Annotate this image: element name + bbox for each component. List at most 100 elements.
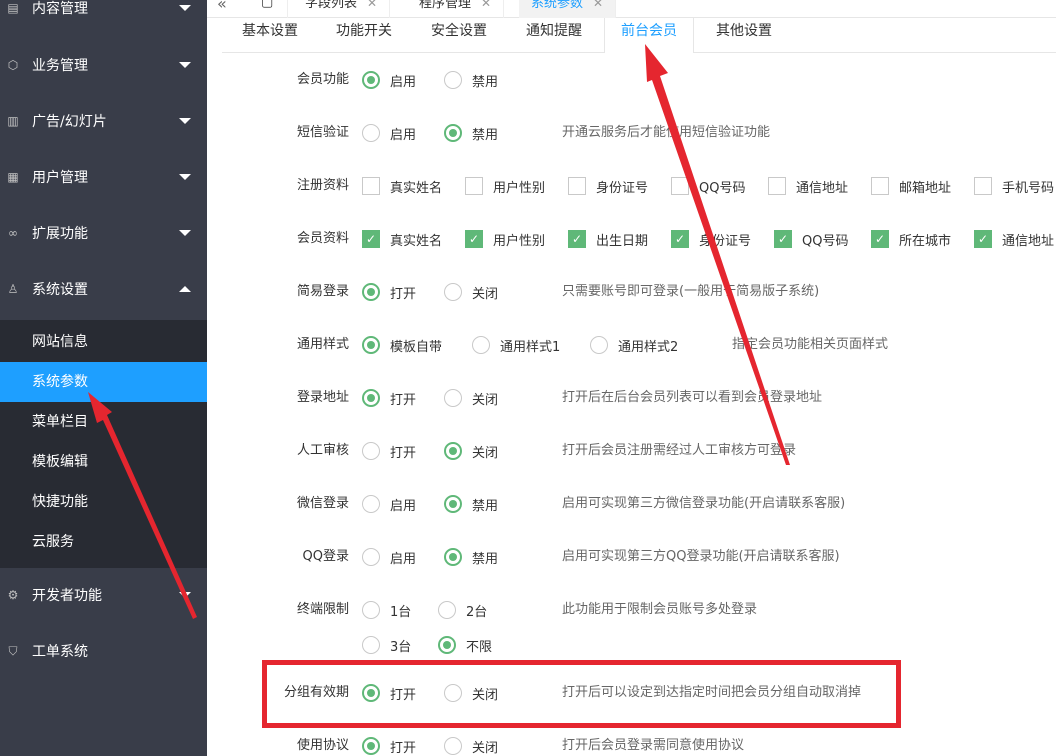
checkbox-member-qq[interactable]: ✓ QQ号码 (774, 224, 848, 254)
top-tab-field-list[interactable]: 字段列表 ✕ (293, 0, 391, 18)
sidebar-item-content[interactable]: ▤ 内容管理 (0, 0, 207, 36)
field-tip: 启用可实现第三方QQ登录功能(开启请联系客服) (562, 549, 840, 564)
radio-checked-icon (362, 283, 380, 301)
radio-qq-disable[interactable]: 禁用 (444, 542, 498, 572)
checkbox-member-gender[interactable]: ✓ 用户性别 (465, 224, 545, 254)
top-tab-system-params[interactable]: 系统参数 ✕ (519, 0, 617, 18)
submenu-item-menu-columns[interactable]: 菜单栏目 (0, 402, 207, 442)
sidebar-item-users[interactable]: ▦ 用户管理 (0, 149, 207, 205)
checkbox-register-realname[interactable]: 真实姓名 (362, 171, 442, 201)
checkbox-member-birthday[interactable]: ✓ 出生日期 (568, 224, 648, 254)
option-label: 关闭 (472, 740, 499, 756)
checkbox-unchecked-icon (465, 177, 483, 195)
checkbox-register-gender[interactable]: 用户性别 (465, 171, 545, 201)
checkbox-checked-icon: ✓ (362, 230, 380, 248)
radio-simple-login-off[interactable]: 关闭 (444, 277, 498, 307)
close-icon[interactable]: ✕ (593, 0, 603, 10)
checkbox-register-qq[interactable]: QQ号码 (671, 171, 745, 201)
radio-device-1[interactable]: 1台 (362, 595, 411, 625)
row-use-agreement: 使用协议 打开 关闭 打开后会员登录需同意使用协议 (222, 731, 1056, 756)
field-label: 简易登录 (296, 284, 349, 299)
sidebar-item-tickets[interactable]: ⛉ 工单系统 (0, 623, 207, 679)
top-tab-program-manage[interactable]: 程序管理 ✕ (407, 0, 505, 18)
radio-style-2[interactable]: 通用样式2 (590, 330, 678, 360)
checkbox-register-address[interactable]: 通信地址 (768, 171, 848, 201)
submenu-item-site-info[interactable]: 网站信息 (0, 322, 207, 362)
row-simple-login: 简易登录 打开 关闭 只需要账号即可登录(一般用于简易版子系统) (222, 277, 1056, 307)
submenu-item-shortcuts[interactable]: 快捷功能 (0, 482, 207, 522)
option-label: 启用 (390, 498, 417, 514)
radio-style-1[interactable]: 通用样式1 (472, 330, 560, 360)
tab-notifications[interactable]: 通知提醒 (510, 18, 598, 53)
radio-checked-icon (362, 389, 380, 407)
submenu-item-template-edit[interactable]: 模板编辑 (0, 442, 207, 482)
radio-device-unlimited[interactable]: 不限 (438, 630, 492, 660)
option-label: 邮箱地址 (899, 180, 952, 196)
tab-basic-settings[interactable]: 基本设置 (226, 18, 314, 53)
option-label: 打开 (390, 392, 417, 408)
field-tip: 打开后在后台会员列表可以看到会员登录地址 (562, 390, 823, 405)
close-icon[interactable]: ✕ (481, 0, 491, 10)
radio-sms-disable[interactable]: 禁用 (444, 118, 498, 148)
tab-other-settings[interactable]: 其他设置 (700, 18, 788, 53)
option-label: 打开 (390, 445, 417, 461)
shield-icon: ⛉ (8, 643, 18, 658)
radio-checked-icon (444, 124, 462, 142)
checkbox-member-city[interactable]: ✓ 所在城市 (871, 224, 951, 254)
radio-agreement-off[interactable]: 关闭 (444, 731, 498, 756)
option-label: 打开 (390, 740, 417, 756)
tab-feature-switches[interactable]: 功能开关 (320, 18, 408, 53)
radio-unchecked-icon (444, 737, 462, 755)
submenu-item-cloud-service[interactable]: 云服务 (0, 522, 207, 562)
field-label: 使用协议 (296, 738, 349, 753)
checkbox-register-phone[interactable]: 手机号码 (974, 171, 1054, 201)
radio-qq-enable[interactable]: 启用 (362, 542, 416, 572)
grid-icon: ▦ (7, 170, 19, 184)
radio-sms-enable[interactable]: 启用 (362, 118, 416, 148)
radio-unchecked-icon (444, 283, 462, 301)
sidebar-item-business[interactable]: ⬡ 业务管理 (0, 37, 207, 93)
row-member-info: 会员资料 ✓ 真实姓名 ✓ 用户性别 ✓ 出生日期 ✓ 身份证号 ✓ QQ号码 ✓ 所在城市… (222, 224, 1056, 254)
close-icon[interactable]: ✕ (367, 0, 377, 10)
radio-member-enable[interactable]: 启用 (362, 65, 416, 95)
radio-unchecked-icon (362, 636, 380, 654)
sidebar-item-extensions[interactable]: ∞ 扩展功能 (0, 205, 207, 261)
radio-review-off[interactable]: 关闭 (444, 436, 498, 466)
tab-security-settings[interactable]: 安全设置 (415, 18, 503, 53)
checkbox-register-idcard[interactable]: 身份证号 (568, 171, 648, 201)
checkbox-member-realname[interactable]: ✓ 真实姓名 (362, 224, 442, 254)
radio-device-3[interactable]: 3台 (362, 630, 411, 660)
option-label: 禁用 (472, 74, 499, 90)
radio-style-template[interactable]: 模板自带 (362, 330, 442, 360)
radio-login-address-off[interactable]: 关闭 (444, 383, 498, 413)
option-label: 启用 (390, 74, 417, 90)
radio-login-address-on[interactable]: 打开 (362, 383, 416, 413)
radio-wechat-enable[interactable]: 启用 (362, 489, 416, 519)
collapse-left-icon[interactable]: « (217, 0, 227, 13)
radio-checked-icon (444, 442, 462, 460)
sidebar-item-developer[interactable]: ⚙ 开发者功能 (0, 567, 207, 623)
chevron-down-icon (179, 5, 191, 11)
sidebar-item-ads[interactable]: ▥ 广告/幻灯片 (0, 93, 207, 149)
checkbox-checked-icon: ✓ (568, 230, 586, 248)
radio-agreement-on[interactable]: 打开 (362, 731, 416, 756)
radio-checked-icon (438, 636, 456, 654)
home-tab[interactable]: ▢ (247, 0, 289, 18)
sidebar-item-system-settings[interactable]: ♙ 系统设置 (0, 261, 207, 317)
radio-member-disable[interactable]: 禁用 (444, 65, 498, 95)
radio-simple-login-on[interactable]: 打开 (362, 277, 416, 307)
checkbox-register-email[interactable]: 邮箱地址 (871, 171, 951, 201)
checkbox-member-address[interactable]: ✓ 通信地址 (974, 224, 1054, 254)
submenu-item-system-params[interactable]: 系统参数 (0, 362, 207, 402)
field-tip: 开通云服务后才能使用短信验证功能 (562, 125, 771, 140)
system-settings-submenu: 网站信息 系统参数 菜单栏目 模板编辑 快捷功能 云服务 (0, 320, 207, 568)
option-label: QQ号码 (802, 233, 849, 249)
tab-front-member[interactable]: 前台会员 (604, 18, 694, 54)
tab-label: 程序管理 (419, 0, 472, 11)
checkbox-member-idcard[interactable]: ✓ 身份证号 (671, 224, 751, 254)
radio-device-2[interactable]: 2台 (438, 595, 487, 625)
radio-review-on[interactable]: 打开 (362, 436, 416, 466)
option-label: 手机号码 (1002, 180, 1055, 196)
radio-wechat-disable[interactable]: 禁用 (444, 489, 498, 519)
option-label: 模板自带 (390, 339, 443, 355)
